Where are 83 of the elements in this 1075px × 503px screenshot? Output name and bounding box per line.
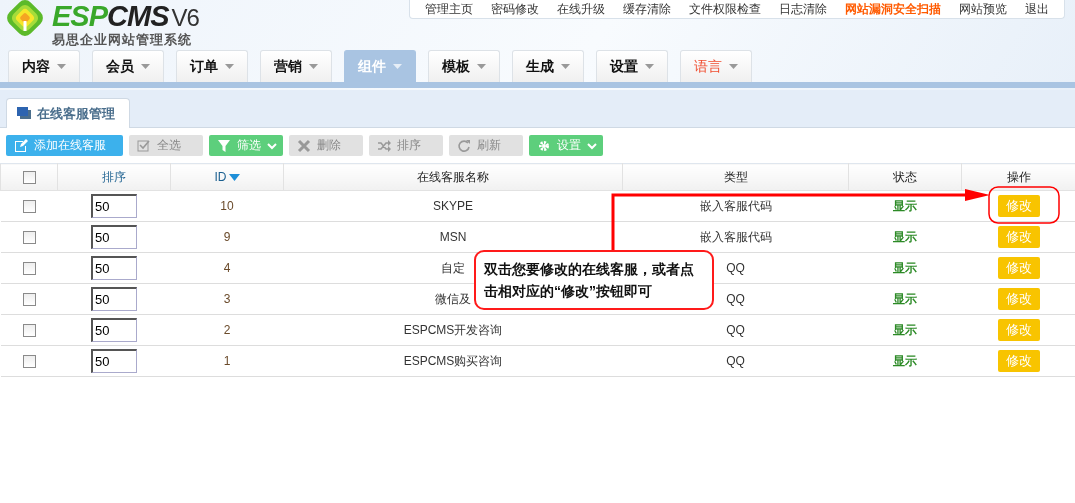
column-header: 状态 — [893, 169, 917, 184]
highlight-ring — [988, 186, 1060, 224]
table-cell: QQ — [726, 261, 745, 275]
table-cell: 1 — [223, 354, 231, 368]
table-cell: 9 — [223, 230, 231, 244]
caret-icon — [225, 64, 234, 69]
caret-icon — [393, 64, 402, 69]
table-cell: 嵌入客服代码 — [699, 229, 772, 244]
nav-tab[interactable]: 会员 — [92, 50, 164, 82]
table-cell: 3 — [223, 292, 231, 306]
checkbox[interactable] — [22, 324, 36, 338]
checkbox[interactable] — [22, 231, 36, 245]
nav-tab[interactable]: 营销 — [260, 50, 332, 82]
table-cell: 10 — [220, 199, 234, 213]
top-link[interactable]: 缓存清除 — [614, 0, 680, 18]
checkbox[interactable] — [22, 200, 36, 214]
table-cell: QQ — [726, 354, 745, 368]
table-cell: MSN — [439, 230, 467, 244]
settings-icon — [537, 138, 551, 153]
order-input[interactable]: 50 — [91, 318, 137, 342]
edit-icon — [14, 138, 28, 153]
table-cell: ESPCMS开发咨询 — [403, 322, 503, 337]
caret-icon — [729, 64, 738, 69]
order-input[interactable]: 50 — [91, 194, 137, 218]
status-text: 显示 — [893, 353, 917, 368]
nav-tab[interactable]: 设置 — [596, 50, 668, 82]
nav-tab[interactable]: 语言 — [680, 50, 752, 82]
status-text: 显示 — [893, 229, 917, 244]
caret-icon — [57, 64, 66, 69]
checkbox[interactable] — [22, 355, 36, 369]
order-input[interactable]: 50 — [91, 256, 137, 280]
top-link[interactable]: 网站预览 — [950, 0, 1016, 18]
top-link[interactable]: 在线升级 — [548, 0, 614, 18]
checkbox-icon — [137, 138, 151, 153]
nav-tab[interactable]: 模板 — [428, 50, 500, 82]
windows-icon — [17, 106, 31, 121]
checkbox[interactable] — [22, 171, 36, 185]
status-text: 显示 — [893, 291, 917, 306]
shuffle-icon — [377, 138, 391, 153]
table-cell: SKYPE — [433, 199, 473, 213]
order-input[interactable]: 50 — [91, 287, 137, 311]
column-header[interactable]: 排序 — [102, 169, 126, 184]
caret-icon — [141, 64, 150, 69]
chevron-icon — [267, 140, 277, 151]
column-header: 在线客服名称 — [417, 169, 489, 184]
table-cell: 嵌入客服代码 — [699, 198, 772, 213]
caret-icon — [645, 64, 654, 69]
top-link[interactable]: 文件权限检查 — [680, 0, 770, 18]
order-input[interactable]: 50 — [91, 349, 137, 373]
table-cell: 4 — [223, 261, 231, 275]
top-link[interactable]: 密码修改 — [482, 0, 548, 18]
table-cell: 2 — [223, 323, 231, 337]
top-link[interactable]: 日志清除 — [770, 0, 836, 18]
callout-text: 双击您要修改的在线客服，或者点击相对应的“修改”按钮即可 — [474, 250, 714, 310]
caret-icon — [309, 64, 318, 69]
caret-icon — [477, 64, 486, 69]
top-link[interactable]: 管理主页 — [416, 0, 482, 18]
checkbox[interactable] — [22, 293, 36, 307]
page-tab[interactable]: 在线客服管理 — [6, 98, 130, 128]
nav-tab[interactable]: 订单 — [176, 50, 248, 82]
checkbox[interactable] — [22, 262, 36, 276]
table-cell: QQ — [726, 323, 745, 337]
logo-subtitle: 易思企业网站管理系统 — [52, 33, 193, 47]
column-header: 操作 — [1006, 169, 1031, 184]
logo-wordmark: ESPCMSV6 — [52, 1, 199, 33]
filter-icon — [217, 138, 231, 153]
order-input[interactable]: 50 — [91, 225, 137, 249]
top-link[interactable]: 退出 — [1016, 0, 1058, 18]
column-header[interactable]: ID — [214, 170, 227, 184]
status-text: 显示 — [893, 322, 917, 337]
table-cell: 微信及 — [435, 291, 471, 306]
nav-tab[interactable]: 生成 — [512, 50, 584, 82]
table-cell: ESPCMS购买咨询 — [403, 353, 503, 368]
column-header: 类型 — [723, 169, 748, 184]
refresh-icon — [457, 138, 471, 153]
status-text: 显示 — [893, 198, 917, 213]
nav-tab[interactable]: 内容 — [8, 50, 80, 82]
table-cell: 自定 — [441, 260, 465, 275]
close-icon — [297, 138, 311, 153]
status-text: 显示 — [893, 260, 917, 275]
caret-icon — [561, 64, 570, 69]
chevron-icon — [587, 140, 597, 151]
table-cell: QQ — [726, 292, 745, 306]
